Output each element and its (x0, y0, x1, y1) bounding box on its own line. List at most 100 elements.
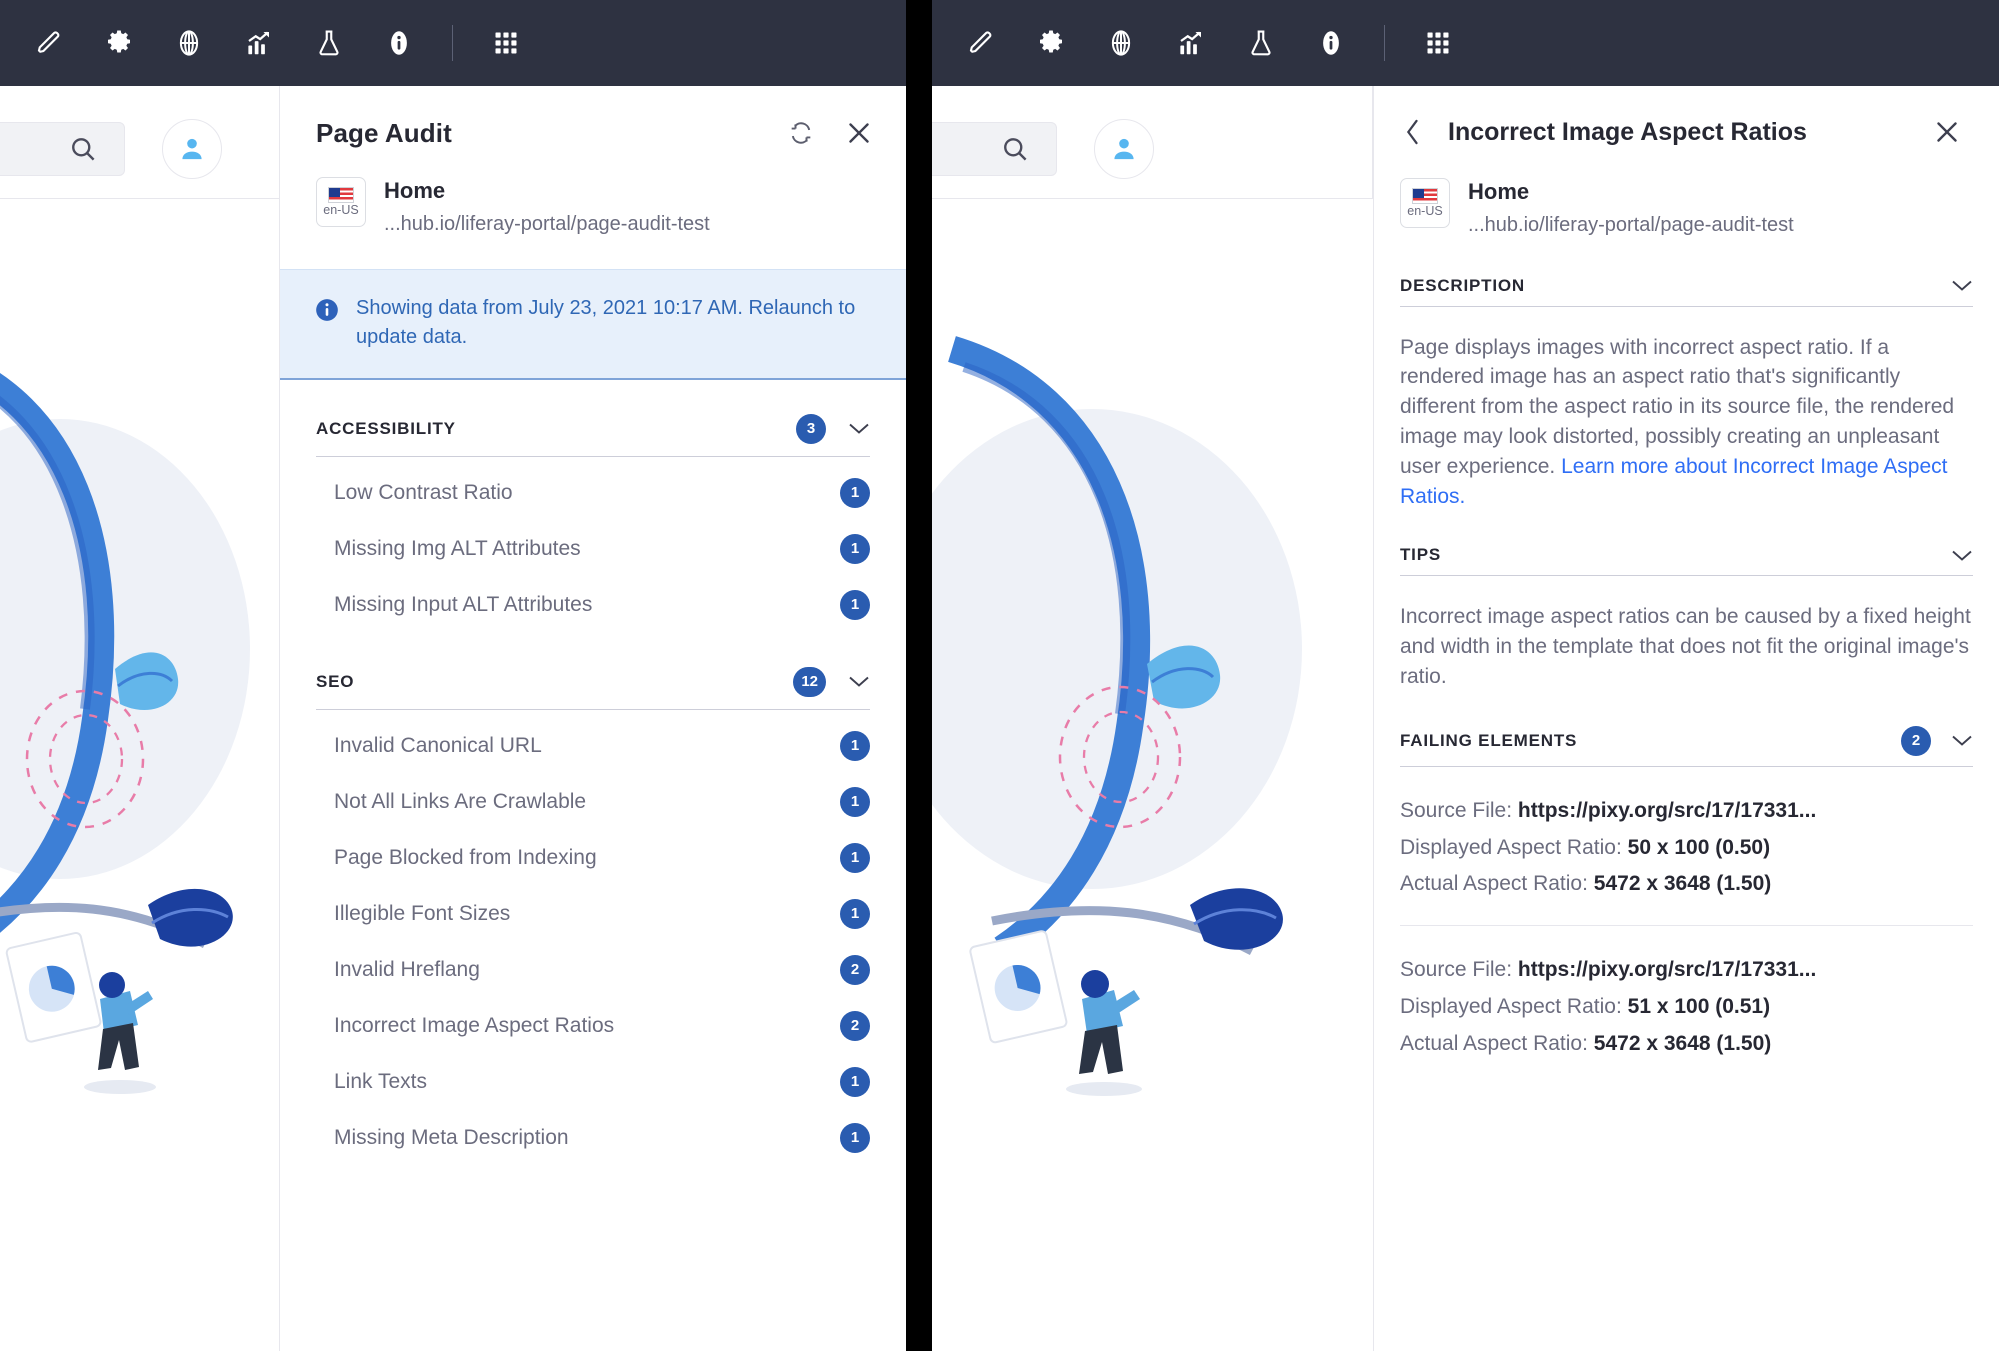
analytics-icon[interactable] (1156, 0, 1226, 86)
item-label: Page Blocked from Indexing (334, 845, 597, 869)
chevron-down-icon[interactable] (848, 422, 870, 435)
item-label: Missing Meta Description (334, 1125, 569, 1149)
audit-panel-header: Page Audit (280, 86, 906, 149)
item-label: Invalid Canonical URL (334, 733, 542, 757)
item-label: Missing Img ALT Attributes (334, 536, 581, 560)
item-count-badge: 1 (840, 533, 870, 564)
analytics-icon[interactable] (224, 0, 294, 86)
source-file-line: Source File: https://pixy.org/src/17/173… (1400, 793, 1973, 830)
item-label: Illegible Font Sizes (334, 901, 511, 925)
actual-ratio-line: Actual Aspect Ratio: 5472 x 3648 (1.50) (1400, 866, 1973, 903)
chevron-down-icon[interactable] (1951, 279, 1973, 292)
search-input[interactable] (0, 122, 125, 176)
pencil-icon[interactable] (14, 0, 84, 86)
list-item[interactable]: Link Texts 1 (316, 1054, 870, 1110)
source-file-value: https://pixy.org/src/17/17331... (1517, 798, 1817, 822)
page-audit-panel: Page Audit en-US Home ...hub.io/liferay-… (279, 86, 906, 1351)
section-failing-elements: FAILING ELEMENTS 2 Source File: https://… (1374, 696, 1999, 1085)
list-item[interactable]: Incorrect Image Aspect Ratios 2 (316, 998, 870, 1054)
item-label: Not All Links Are Crawlable (334, 789, 587, 813)
list-item[interactable]: Missing Meta Description 1 (316, 1110, 870, 1166)
page-url: ...hub.io/liferay-portal/page-audit-test (384, 212, 710, 235)
displayed-ratio-value: 51 x 100 (0.51) (1627, 994, 1771, 1018)
right-window: Incorrect Image Aspect Ratios en-US Home (932, 0, 1999, 1351)
item-label: Low Contrast Ratio (334, 480, 513, 504)
search-icon (72, 138, 95, 161)
info-icon[interactable] (364, 0, 434, 86)
section-tips: TIPS Incorrect image aspect ratios can b… (1374, 515, 1999, 695)
info-icon[interactable] (1296, 0, 1366, 86)
section-items-seo: Invalid Canonical URL 1 Not All Links Ar… (316, 710, 870, 1166)
search-input[interactable] (932, 122, 1057, 176)
section-seo: SEO 12 Invalid Canonical URL 1 Not All L… (280, 633, 906, 1166)
list-item[interactable]: Not All Links Are Crawlable 1 (316, 774, 870, 830)
actual-ratio-value: 5472 x 3648 (1.50) (1593, 872, 1772, 896)
locale-code: en-US (323, 203, 359, 218)
refresh-icon[interactable] (784, 116, 818, 150)
item-count-badge: 1 (840, 589, 870, 620)
locale-flag-chip: en-US (316, 177, 366, 227)
notice-text: Showing data from July 23, 2021 10:17 AM… (356, 296, 856, 348)
list-item[interactable]: Invalid Canonical URL 1 (316, 718, 870, 774)
grid-apps-icon[interactable] (1403, 0, 1473, 86)
displayed-ratio-label: Displayed Aspect Ratio: (1400, 835, 1622, 859)
displayed-ratio-label: Displayed Aspect Ratio: (1400, 994, 1622, 1018)
list-item[interactable]: Missing Img ALT Attributes 1 (316, 521, 870, 577)
globe-icon[interactable] (1086, 0, 1156, 86)
section-header-failing-elements[interactable]: FAILING ELEMENTS 2 (1400, 696, 1973, 767)
item-label: Invalid Hreflang (334, 957, 480, 981)
top-toolbar-right (932, 0, 1999, 86)
section-count-badge: 2 (1901, 725, 1931, 756)
grid-apps-icon[interactable] (471, 0, 541, 86)
chevron-left-icon[interactable] (1398, 117, 1428, 147)
chevron-down-icon[interactable] (1951, 734, 1973, 747)
pencil-icon[interactable] (946, 0, 1016, 86)
close-icon[interactable] (842, 116, 876, 150)
item-count-badge: 1 (840, 1066, 870, 1097)
chevron-down-icon[interactable] (1951, 549, 1973, 562)
item-count-badge: 1 (840, 842, 870, 873)
section-header-seo[interactable]: SEO 12 (316, 633, 870, 710)
list-item[interactable]: Missing Input ALT Attributes 1 (316, 577, 870, 633)
section-title: TIPS (1400, 545, 1441, 565)
item-label: Missing Input ALT Attributes (334, 592, 593, 616)
list-item[interactable]: Page Blocked from Indexing 1 (316, 830, 870, 886)
info-circle-icon (316, 298, 338, 321)
audited-page-summary: en-US Home ...hub.io/liferay-portal/page… (1374, 148, 1999, 246)
section-header-accessibility[interactable]: ACCESSIBILITY 3 (316, 380, 870, 457)
close-icon[interactable] (1931, 116, 1963, 148)
item-label: Link Texts (334, 1069, 427, 1093)
chevron-down-icon[interactable] (848, 675, 870, 688)
item-count-badge: 1 (840, 730, 870, 761)
item-count-badge: 1 (840, 898, 870, 929)
item-count-badge: 1 (840, 477, 870, 508)
list-item[interactable]: Low Contrast Ratio 1 (316, 465, 870, 521)
search-icon (1004, 138, 1027, 161)
tips-body: Incorrect image aspect ratios can be cau… (1400, 605, 1971, 689)
section-title: ACCESSIBILITY (316, 418, 456, 438)
section-header-description[interactable]: DESCRIPTION (1400, 246, 1973, 307)
flask-icon[interactable] (1226, 0, 1296, 86)
user-avatar-icon[interactable] (1094, 119, 1154, 179)
audit-panel-actions (784, 116, 876, 150)
section-header-tips[interactable]: TIPS (1400, 515, 1973, 577)
failing-element-entry: Source File: https://pixy.org/src/17/173… (1400, 767, 1973, 925)
section-count-badge: 3 (796, 413, 826, 444)
section-title: SEO (316, 671, 355, 691)
item-count-badge: 1 (840, 786, 870, 817)
list-item[interactable]: Illegible Font Sizes 1 (316, 886, 870, 942)
gear-icon[interactable] (84, 0, 154, 86)
us-flag-icon (1412, 188, 1438, 205)
actual-ratio-label: Actual Aspect Ratio: (1400, 1031, 1588, 1055)
list-item[interactable]: Invalid Hreflang 2 (316, 942, 870, 998)
globe-icon[interactable] (154, 0, 224, 86)
flask-icon[interactable] (294, 0, 364, 86)
section-title: FAILING ELEMENTS (1400, 730, 1578, 750)
user-avatar-icon[interactable] (162, 119, 222, 179)
us-flag-icon (328, 187, 354, 204)
page-name: Home (384, 178, 446, 203)
section-title: DESCRIPTION (1400, 275, 1525, 295)
locale-code: en-US (1407, 204, 1443, 219)
gear-icon[interactable] (1016, 0, 1086, 86)
decorative-illustration (932, 336, 1302, 1096)
